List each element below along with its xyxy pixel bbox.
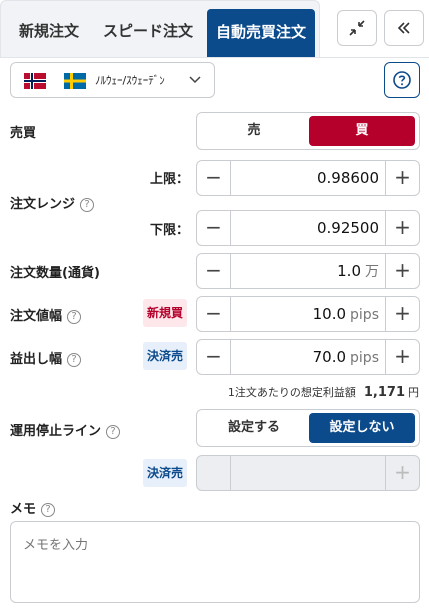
- estimated-profit-label: 1注文あたりの想定利益額: [227, 386, 356, 399]
- upper-limit-stepper: − 0.98600 +: [196, 160, 420, 196]
- memo-label-text: メモ: [10, 502, 37, 517]
- quantity-input[interactable]: 1.0 万: [233, 254, 379, 288]
- order-width-label: 注文値幅?: [10, 305, 82, 324]
- tab-speed-order[interactable]: スピード注文: [97, 11, 199, 51]
- take-profit-label-text: 益出し幅: [10, 352, 63, 367]
- lower-limit-label: 下限：: [150, 223, 190, 238]
- take-profit-input[interactable]: 70.0 pips: [233, 340, 379, 374]
- estimated-profit-unit: 円: [408, 386, 419, 399]
- stop-line-label: 運用停止ライン?: [10, 420, 121, 439]
- stop-line-input: [233, 456, 379, 490]
- help-icon[interactable]: ?: [67, 309, 82, 324]
- take-profit-stepper: − 70.0 pips +: [196, 339, 420, 375]
- decrement-button[interactable]: −: [197, 254, 231, 288]
- increment-button[interactable]: +: [385, 340, 419, 374]
- stop-line-toggle: 設定する 設定しない: [196, 409, 420, 447]
- increment-button[interactable]: +: [385, 211, 419, 245]
- take-profit-label: 益出し幅?: [10, 348, 82, 367]
- quantity-stepper: − 1.0 万 +: [196, 253, 420, 289]
- increment-button[interactable]: +: [385, 161, 419, 195]
- help-icon[interactable]: ?: [80, 197, 95, 212]
- upper-limit-label: 上限：: [150, 172, 190, 187]
- question-circle-icon: [393, 71, 411, 89]
- take-profit-unit: pips: [350, 350, 379, 366]
- order-width-stepper: − 10.0 pips +: [196, 296, 420, 332]
- stop-line-off-option[interactable]: 設定しない: [309, 413, 415, 443]
- range-label-text: 注文レンジ: [10, 197, 76, 212]
- quantity-value: 1.0: [337, 262, 361, 280]
- increment-button[interactable]: +: [385, 254, 419, 288]
- hide-panel-button[interactable]: [384, 10, 424, 46]
- estimated-profit: 1注文あたりの想定利益額 1,171 円: [228, 384, 419, 400]
- order-width-input[interactable]: 10.0 pips: [233, 297, 379, 331]
- buy-option[interactable]: 買: [309, 116, 415, 146]
- memo-label: メモ?: [10, 498, 56, 517]
- collapse-icon: [349, 20, 365, 36]
- norway-flag-icon: [24, 73, 46, 89]
- help-button[interactable]: [384, 62, 420, 98]
- stop-line-stepper: +: [196, 455, 420, 491]
- chevron-down-icon: [189, 76, 201, 84]
- decrement-button[interactable]: −: [197, 161, 231, 195]
- range-label: 注文レンジ?: [10, 193, 95, 212]
- memo-input[interactable]: [10, 521, 420, 603]
- new-buy-badge: 新規買: [143, 299, 187, 327]
- increment-button[interactable]: +: [385, 297, 419, 331]
- decrement-button[interactable]: −: [197, 297, 231, 331]
- sweden-flag-icon: [64, 73, 86, 89]
- quantity-label: 注文数量(通貨): [10, 266, 100, 281]
- help-icon[interactable]: ?: [41, 502, 56, 517]
- decrement-button[interactable]: −: [197, 211, 231, 245]
- order-width-value: 10.0: [312, 305, 347, 323]
- stop-line-label-text: 運用停止ライン: [10, 424, 102, 439]
- tab-auto-trade-order[interactable]: 自動売買注文: [207, 9, 315, 57]
- order-width-unit: pips: [350, 307, 379, 323]
- settle-sell-badge: 決済売: [143, 459, 187, 487]
- increment-button: +: [385, 456, 419, 490]
- quantity-unit: 万: [365, 264, 379, 280]
- decrement-button: [197, 456, 231, 490]
- estimated-profit-value: 1,171: [363, 385, 405, 400]
- tab-new-order[interactable]: 新規注文: [7, 11, 91, 51]
- lower-limit-stepper: − 0.92500 +: [196, 210, 420, 246]
- lower-limit-input[interactable]: 0.92500: [233, 211, 379, 245]
- sell-option[interactable]: 売: [201, 116, 307, 146]
- collapse-button[interactable]: [337, 10, 377, 46]
- settle-sell-badge: 決済売: [143, 342, 187, 370]
- side-label: 売買: [10, 126, 37, 141]
- upper-limit-input[interactable]: 0.98600: [233, 161, 379, 195]
- stop-line-on-option[interactable]: 設定する: [201, 413, 307, 443]
- take-profit-value: 70.0: [312, 348, 347, 366]
- order-tabs: 新規注文 スピード注文 自動売買注文: [0, 0, 320, 58]
- double-chevron-left-icon: [397, 22, 410, 34]
- currency-pair-label: ﾉﾙｳｪｰ/ｽｳｪｰﾃﾞﾝ: [95, 74, 165, 87]
- help-icon[interactable]: ?: [106, 424, 121, 439]
- side-toggle: 売 買: [196, 112, 420, 150]
- help-icon[interactable]: ?: [67, 352, 82, 367]
- order-width-label-text: 注文値幅: [10, 309, 63, 324]
- currency-pair-select[interactable]: ﾉﾙｳｪｰ/ｽｳｪｰﾃﾞﾝ: [10, 62, 215, 98]
- decrement-button[interactable]: −: [197, 340, 231, 374]
